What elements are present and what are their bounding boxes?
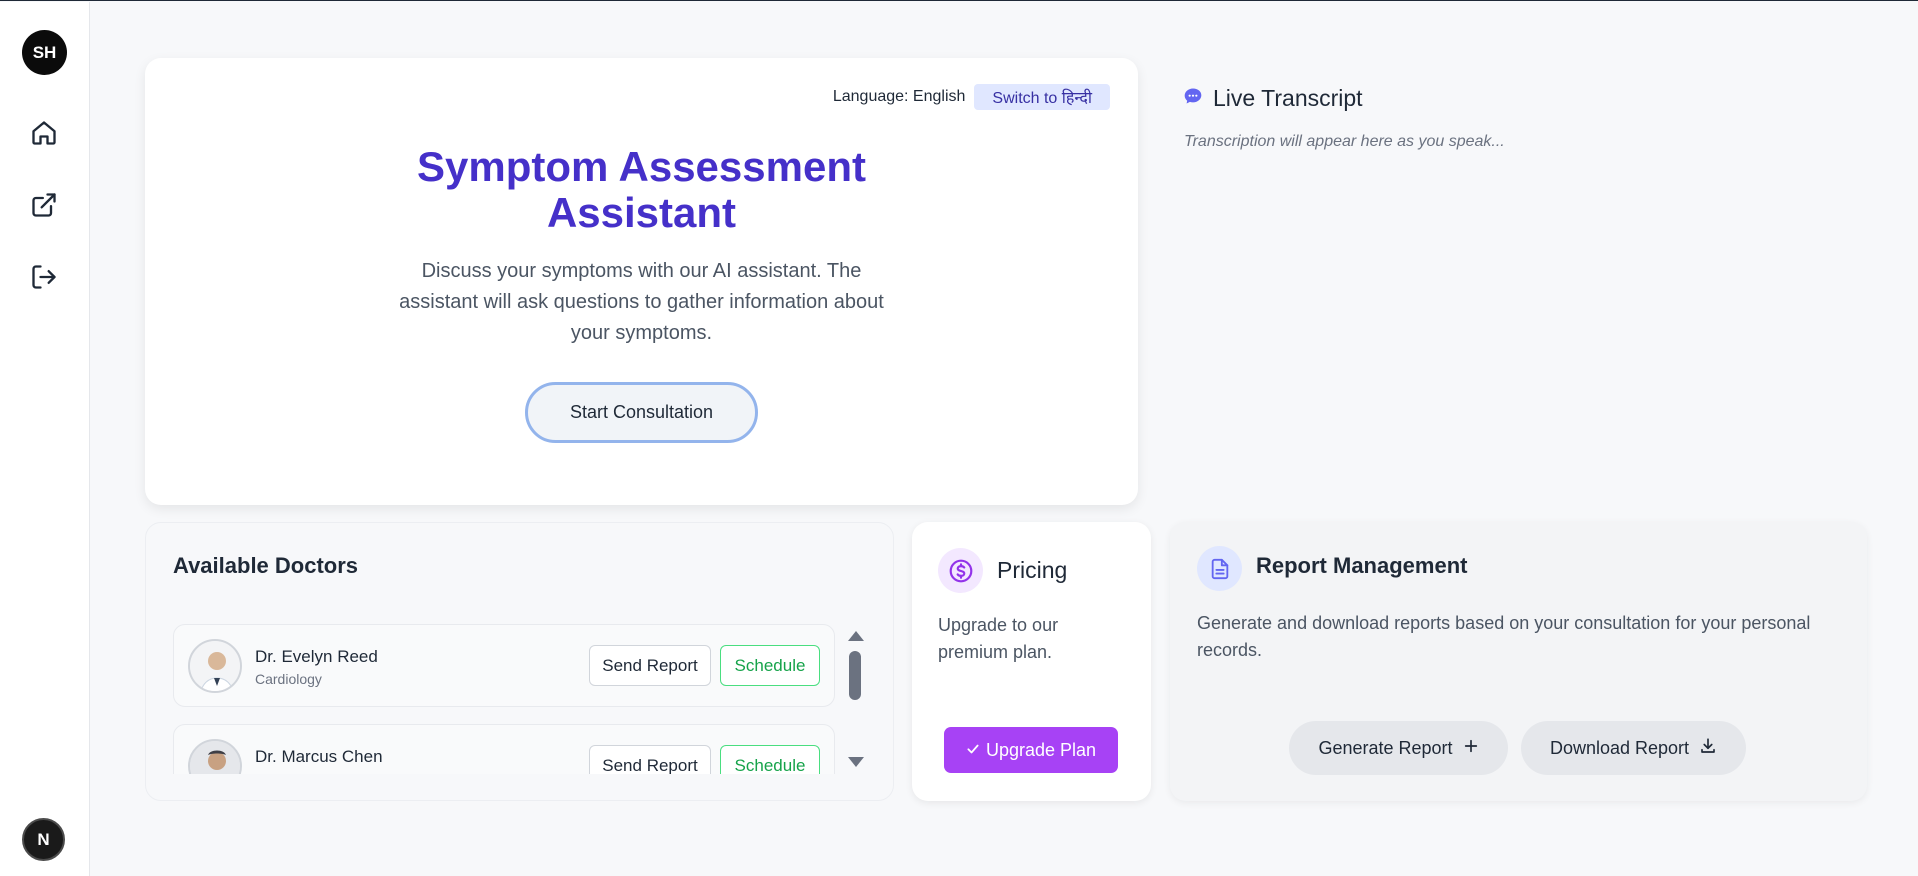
external-link-icon[interactable]: [29, 190, 59, 220]
schedule-button[interactable]: Schedule: [720, 745, 820, 774]
download-icon: [1699, 737, 1717, 760]
scroll-up-arrow[interactable]: [848, 631, 864, 641]
report-card: Report Management Generate and download …: [1170, 522, 1867, 801]
upgrade-plan-label: Upgrade Plan: [985, 739, 1097, 760]
doctor-name: Dr. Evelyn Reed: [255, 647, 378, 666]
pricing-title: Pricing: [997, 557, 1068, 583]
doctor-name: Dr. Marcus Chen: [255, 747, 383, 766]
language-row: Language: English Switch to हिन्दी: [833, 84, 1110, 110]
chat-bubble-icon: [1183, 85, 1203, 112]
transcript-placeholder: Transcription will appear here as you sp…: [1184, 133, 1505, 150]
doctor-avatar: [188, 739, 242, 774]
plus-icon: [1463, 738, 1479, 759]
transcript-header: Live Transcript: [1183, 85, 1363, 112]
doctors-card: Available Doctors Dr. Evelyn Reed Cardio…: [145, 522, 894, 801]
generate-report-button[interactable]: Generate Report: [1289, 721, 1508, 775]
n-badge[interactable]: N: [22, 818, 65, 861]
doctor-list: Dr. Evelyn Reed Cardiology Send Report S…: [173, 624, 835, 774]
download-report-button[interactable]: Download Report: [1521, 721, 1746, 775]
scroll-down-arrow[interactable]: [848, 757, 864, 767]
upgrade-plan-button[interactable]: Upgrade Plan: [944, 727, 1118, 773]
logout-icon[interactable]: [29, 262, 59, 292]
pricing-card: Pricing Upgrade to our premium plan. Upg…: [912, 522, 1151, 801]
check-icon: [966, 740, 980, 761]
report-description: Generate and download reports based on y…: [1197, 613, 1811, 660]
pricing-description: Upgrade to our premium plan.: [938, 615, 1059, 662]
doctors-title: Available Doctors: [173, 553, 359, 578]
doctor-row: Dr. Evelyn Reed Cardiology Send Report S…: [173, 624, 835, 707]
download-report-label: Download Report: [1549, 737, 1690, 758]
assessment-card: Language: English Switch to हिन्दी Sympt…: [145, 58, 1138, 505]
language-label: Language: English: [832, 88, 966, 105]
assessment-description: Discuss your symptoms with our AI assist…: [399, 260, 884, 344]
doctor-specialty: Cardiology: [255, 671, 322, 687]
avatar[interactable]: SH: [22, 30, 67, 75]
scrollbar-thumb[interactable]: [849, 651, 861, 700]
report-title: Report Management: [1256, 553, 1468, 578]
home-icon[interactable]: [29, 118, 59, 148]
dollar-icon: [938, 548, 983, 593]
switch-language-button[interactable]: Switch to हिन्दी: [974, 84, 1110, 110]
sidebar: SH N: [0, 2, 90, 876]
start-consultation-button[interactable]: Start Consultation: [525, 382, 758, 443]
send-report-button[interactable]: Send Report: [589, 745, 711, 774]
doctor-row: Dr. Marcus Chen Send Report Schedule: [173, 724, 835, 774]
transcript-title: Live Transcript: [1213, 85, 1363, 111]
document-icon: [1197, 546, 1242, 591]
page-title: Symptom Assessment Assistant: [417, 143, 866, 236]
schedule-button[interactable]: Schedule: [720, 645, 820, 686]
doctor-avatar: [188, 639, 242, 693]
generate-report-label: Generate Report: [1318, 737, 1453, 758]
send-report-button[interactable]: Send Report: [589, 645, 711, 686]
